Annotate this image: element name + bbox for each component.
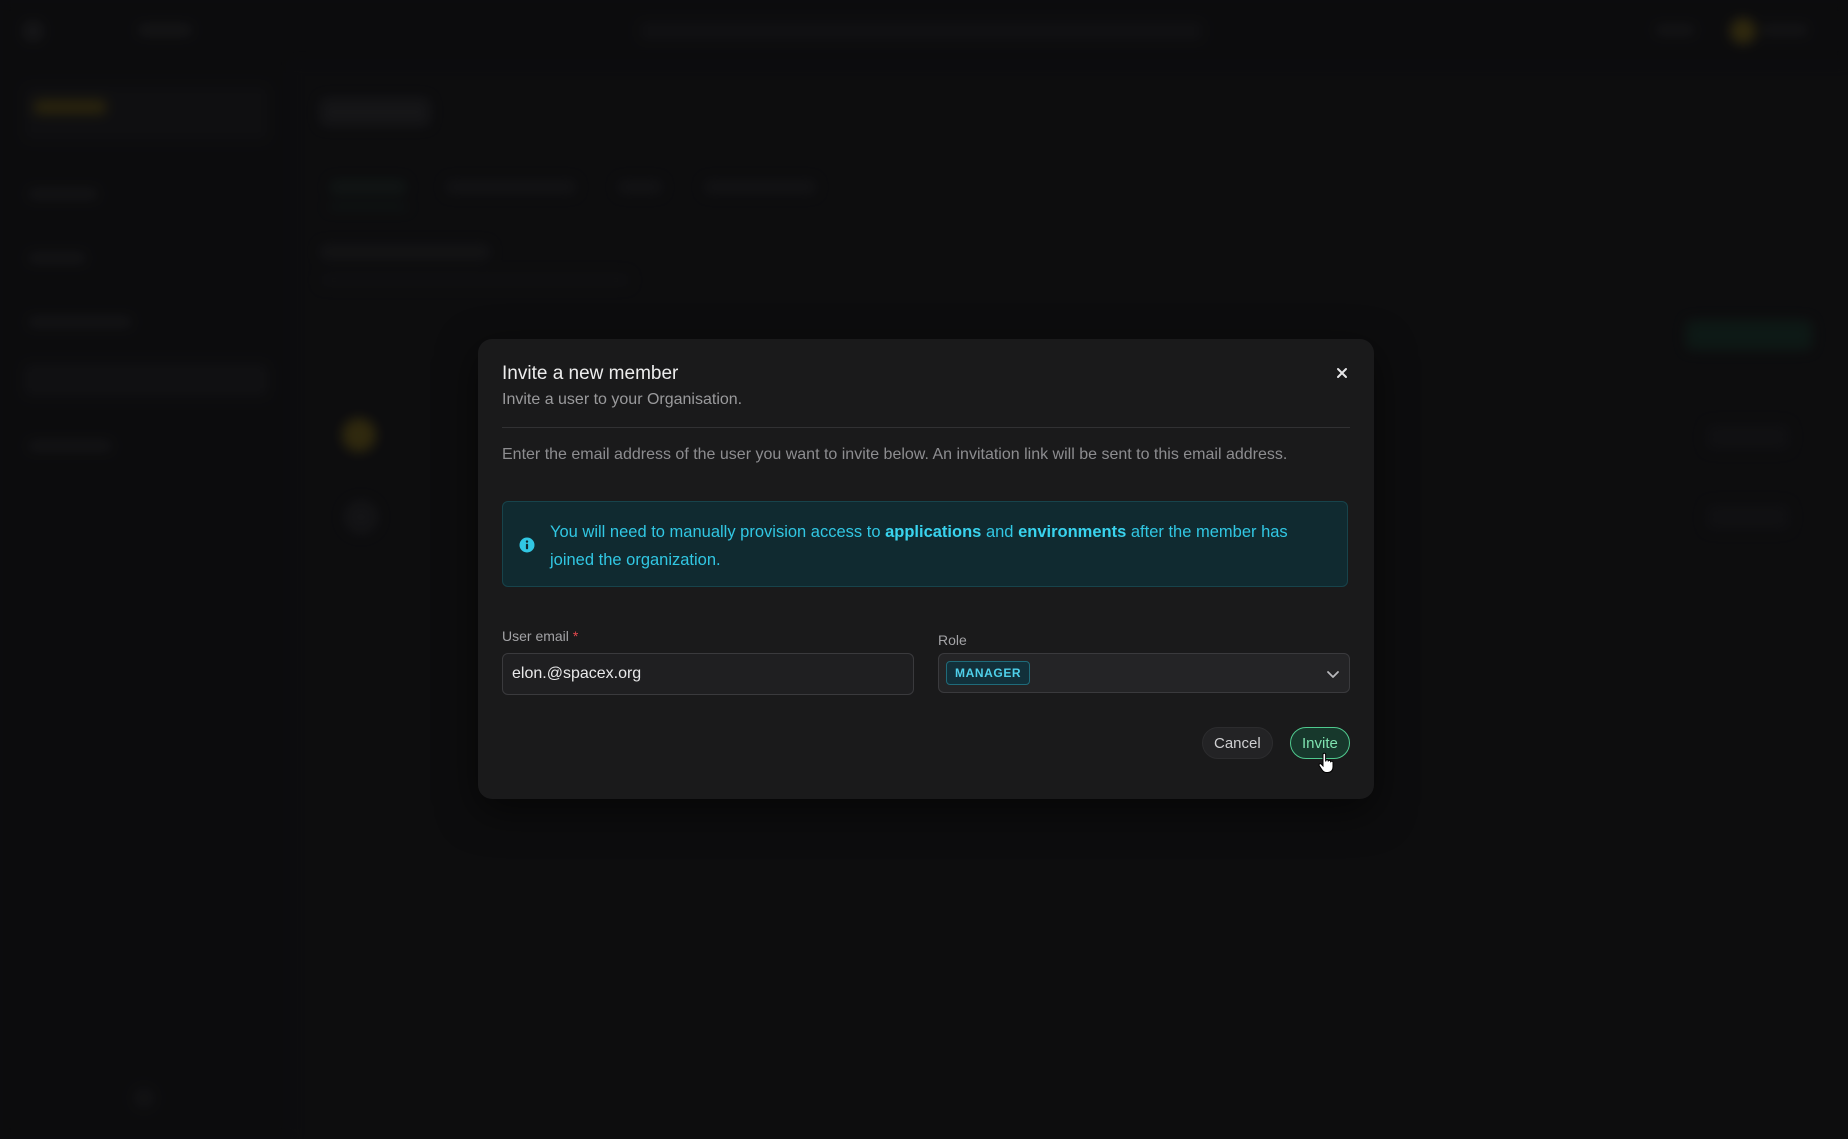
alert-environments: environments	[1018, 523, 1127, 541]
role-badge: MANAGER	[946, 661, 1031, 685]
divider	[502, 427, 1350, 428]
email-label-text: User email	[502, 628, 569, 644]
cancel-button[interactable]: Cancel	[1202, 727, 1273, 759]
hand-cursor-icon	[1318, 752, 1334, 773]
close-button[interactable]	[1332, 363, 1352, 383]
email-label: User email *	[502, 628, 578, 644]
info-alert: You will need to manually provision acce…	[502, 501, 1348, 587]
dialog-description: Enter the email address of the user you …	[502, 446, 1288, 463]
alert-applications: applications	[885, 523, 982, 541]
app-root: Invite a new member Invite a user to you…	[0, 0, 1848, 1139]
chevron-down-icon	[1327, 671, 1339, 678]
alert-text-before: You will need to manually provision acce…	[550, 523, 886, 541]
close-icon	[1337, 368, 1347, 378]
invite-member-dialog: Invite a new member Invite a user to you…	[478, 339, 1374, 799]
dialog-subtitle: Invite a user to your Organisation.	[502, 391, 743, 408]
dialog-title: Invite a new member	[502, 363, 679, 384]
alert-text-mid: and	[981, 523, 1019, 541]
alert-message: You will need to manually provision acce…	[550, 518, 1320, 574]
role-select[interactable]: MANAGER	[938, 653, 1350, 693]
role-label: Role	[938, 632, 967, 648]
email-field[interactable]	[502, 653, 914, 695]
info-icon	[519, 537, 535, 553]
required-asterisk: *	[572, 628, 579, 644]
